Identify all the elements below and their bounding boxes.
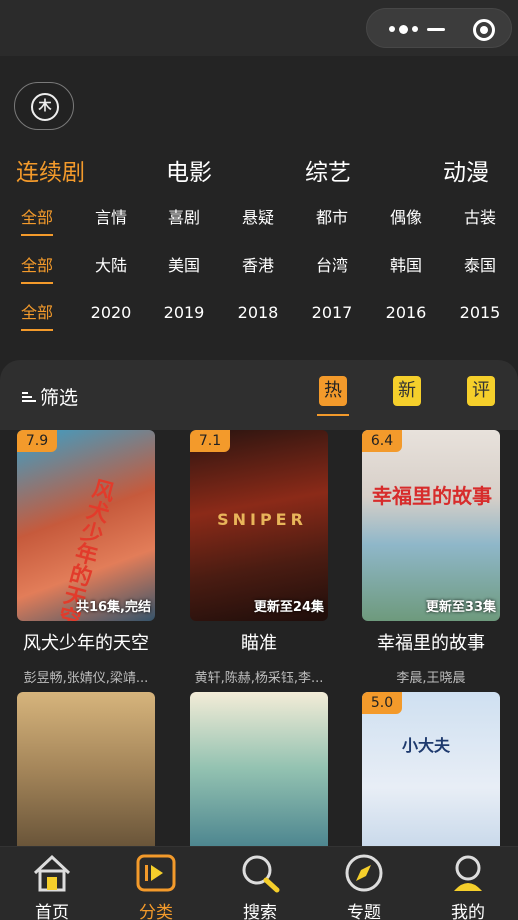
poster-title-art: SNIPER [217,510,307,529]
drama-card[interactable]: 风犬少年的天空 7.9 共16集,完结 风犬少年的天空 彭昱畅,张婧仪,梁靖..… [17,430,155,686]
mini-program-capsule [366,8,512,48]
drama-card[interactable] [17,692,155,846]
card-title: 幸福里的故事 [377,633,485,654]
poster-title-art: 小大夫 [402,736,451,755]
tab-category-0[interactable]: 连续剧 [16,157,85,189]
poster-image: SNIPER 7.1 更新至24集 [190,430,328,621]
score-badge: 6.4 [362,430,402,452]
search-icon [242,855,280,893]
compass-icon [345,854,383,892]
tab-profile[interactable]: 我的 [428,847,508,920]
card-title: 风犬少年的天空 [23,633,149,654]
genre-chip[interactable]: 喜剧 [154,205,214,231]
year-chip[interactable]: 2019 [154,300,214,326]
poster-title-art: 幸福里的故事 [372,484,492,508]
episode-status: 更新至33集 [425,600,496,615]
region-chip[interactable]: 香港 [228,253,288,279]
tab-label: 我的 [451,903,485,920]
region-chip[interactable]: 大陆 [81,253,141,279]
poster-image [190,692,328,846]
episode-status: 更新至24集 [253,600,324,615]
card-cast: 彭昱畅,张婧仪,梁靖... [23,671,149,686]
region-chip[interactable]: 台湾 [302,253,362,279]
drama-card[interactable]: SNIPER 7.1 更新至24集 瞄准 黄轩,陈赫,杨采钰,李... [190,430,328,686]
year-chip[interactable]: 2017 [302,300,362,326]
filter-lines-icon [22,390,36,404]
tab-topics[interactable]: 专题 [324,847,404,920]
year-chip[interactable]: 全部 [7,300,67,331]
tab-category-2[interactable]: 综艺 [305,157,351,189]
poster-image: 幸福里的故事 6.4 更新至33集 [362,430,500,621]
genre-chip[interactable]: 古装 [450,205,510,231]
year-chip[interactable]: 2016 [376,300,436,326]
year-filter-row: 全部 2020 2019 2018 2017 2016 2015 [0,300,518,331]
card-cast: 黄轩,陈赫,杨采钰,李... [194,671,324,686]
filter-label-text: 筛选 [40,387,79,409]
drama-card[interactable]: 幸福里的故事 6.4 更新至33集 幸福里的故事 李晨,王晓晨 [362,430,500,686]
user-icon [454,855,482,891]
tab-label: 专题 [347,903,381,920]
score-badge: 5.0 [362,692,402,714]
tab-search[interactable]: 搜索 [220,847,300,920]
region-chip[interactable]: 全部 [7,253,67,284]
drama-card[interactable] [190,692,328,846]
genre-chip[interactable]: 偶像 [376,205,436,231]
genre-chip[interactable]: 都市 [302,205,362,231]
sort-hot-button[interactable]: 热 [317,376,349,416]
tab-label: 首页 [35,903,69,920]
poster-grid: 风犬少年的天空 7.9 共16集,完结 风犬少年的天空 彭昱畅,张婧仪,梁靖..… [0,430,518,846]
region-chip[interactable]: 泰国 [450,253,510,279]
region-filter-row: 全部 大陆 美国 香港 台湾 韩国 泰国 [0,253,518,284]
tab-home[interactable]: 首页 [12,847,92,920]
poster-image: 小大夫 5.0 [362,692,500,846]
genre-filter-row: 全部 言情 喜剧 悬疑 都市 偶像 古装 [0,205,518,236]
home-icon [33,854,71,892]
filter-label[interactable]: 筛选 [22,383,78,410]
tab-label: 分类 [139,903,173,920]
year-chip[interactable]: 2020 [81,300,141,326]
tab-category-3[interactable]: 动漫 [443,157,489,189]
tab-label: 搜索 [243,903,277,920]
score-badge: 7.9 [17,430,57,452]
bottom-tab-bar: 首页 分类 搜索 专题 我的 [0,846,518,920]
year-chip[interactable]: 2015 [450,300,510,326]
top-bar [0,0,518,56]
tab-category-1[interactable]: 电影 [166,157,212,189]
drama-card[interactable]: 小大夫 5.0 [362,692,500,846]
category-play-icon [136,854,176,892]
logo-button[interactable]: 木 [14,82,74,130]
poster-image [17,692,155,846]
sort-rating-button[interactable]: 评 [467,376,495,406]
minimize-icon[interactable] [427,28,445,31]
category-tabs: 连续剧 电影 综艺 动漫 [0,157,518,191]
genre-chip[interactable]: 全部 [7,205,67,236]
card-title: 瞄准 [241,633,277,654]
genre-chip[interactable]: 悬疑 [228,205,288,231]
score-badge: 7.1 [190,430,230,452]
year-chip[interactable]: 2018 [228,300,288,326]
region-chip[interactable]: 美国 [154,253,214,279]
episode-status: 共16集,完结 [75,600,151,615]
card-cast: 李晨,王晓晨 [396,671,466,686]
region-chip[interactable]: 韩国 [376,253,436,279]
logo-icon: 木 [31,93,59,121]
poster-image: 风犬少年的天空 7.9 共16集,完结 [17,430,155,621]
more-dots-icon[interactable] [381,21,425,37]
genre-chip[interactable]: 言情 [81,205,141,231]
sort-bar: 筛选 热 新 评 [0,360,518,430]
sort-new-button[interactable]: 新 [393,376,421,406]
tab-category[interactable]: 分类 [116,847,196,920]
target-circle-icon[interactable] [473,19,495,41]
